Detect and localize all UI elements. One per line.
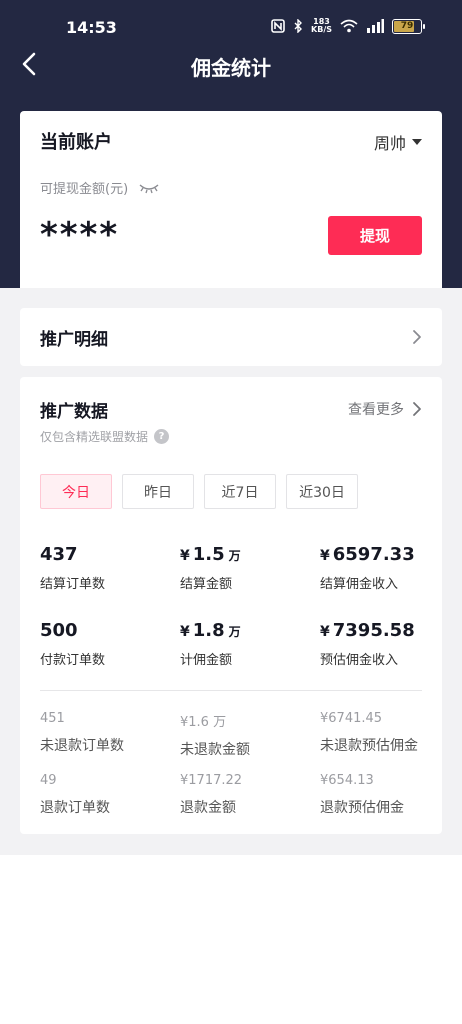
currency-symbol: ¥ [320,548,330,564]
stat-paid-orders: 500 付款订单数 [40,620,105,668]
battery-icon: 79 [392,18,425,34]
stat-value: ¥1.8 万 [180,620,241,641]
stat-estimated-commission: ¥7395.58 预估佣金收入 [320,620,415,668]
view-more-label: 查看更多 [348,402,404,418]
page-title: 佣金统计 [191,56,271,80]
wifi-icon [340,19,358,33]
promotion-detail-title: 推广明细 [40,330,108,350]
account-user-name: 周帅 [373,134,406,153]
status-bar: 14:53 183 KB/S 79 [0,0,462,56]
stat-label: 退款预估佣金 [320,800,404,816]
stat-label: 退款金额 [180,800,236,816]
date-range-tabs: 今日 昨日 近7日 近30日 [40,474,358,509]
stat-value: ¥6741.45 [320,711,383,726]
stat-label: 计佣金额 [180,653,233,668]
stat-unit: 万 [228,625,241,639]
stat-label: 退款订单数 [40,800,110,816]
signal-icon [367,19,384,33]
chevron-right-icon [413,330,421,344]
stat-value: ¥1.5 万 [180,544,241,565]
view-more-link[interactable]: 查看更多 [348,399,422,419]
divider [40,690,422,691]
tab-today[interactable]: 今日 [40,474,112,509]
stat-value: ¥7395.58 [320,620,415,641]
stat-value: ¥6597.33 [320,544,415,565]
stat-number: 1.5 [192,544,225,565]
stat-label: 付款订单数 [40,653,106,668]
battery-level: 79 [400,21,414,31]
stat-unit: 万 [228,549,241,563]
account-title: 当前账户 [40,132,112,153]
stat-label: 预估佣金收入 [320,653,399,668]
promotion-data-title: 推广数据 [40,402,108,422]
stat-value: ¥1.6 万 [180,715,227,730]
tab-last-30-days[interactable]: 近30日 [286,474,358,509]
stat-settled-amount: ¥1.5 万 结算金额 [180,544,241,592]
stat-unrefunded-amount: ¥1.6 万 未退款金额 [180,711,250,759]
status-time: 14:53 [66,18,117,37]
stat-refund-amount: ¥1717.22 退款金额 [180,773,242,817]
withdraw-button[interactable]: 提现 [328,216,422,255]
stat-number: 6597.33 [332,544,415,565]
account-card: 当前账户 周帅 可提现金额(元) **** 提现 [20,111,442,288]
stat-value: 49 [40,773,57,788]
bluetooth-icon [294,19,303,33]
stat-refund-orders: 49 退款订单数 [40,773,110,817]
stat-value: 451 [40,711,65,726]
tab-yesterday[interactable]: 昨日 [122,474,194,509]
stat-commission-amount: ¥1.8 万 计佣金额 [180,620,241,668]
currency-symbol: ¥ [320,624,330,640]
stat-refund-commission: ¥654.13 退款预估佣金 [320,773,404,817]
stat-label: 未退款预估佣金 [320,738,418,754]
help-icon[interactable]: ? [154,429,170,444]
stat-value: ¥654.13 [320,773,374,788]
stat-label: 结算金额 [180,577,233,592]
available-amount-label-row: 可提现金额(元) [40,178,160,197]
currency-symbol: ¥ [180,548,190,564]
stat-label: 结算佣金收入 [320,577,399,592]
net-speed: 183 KB/S [311,18,332,34]
promotion-detail-row[interactable]: 推广明细 [20,308,442,366]
net-speed-unit: KB/S [311,25,332,34]
stat-value: 437 [40,544,78,565]
tab-last-7-days[interactable]: 近7日 [204,474,276,509]
promotion-data-card: 推广数据 查看更多 仅包含精选联盟数据 ? 今日 昨日 近7日 近30日 437… [20,377,442,834]
stat-value: 500 [40,620,78,641]
stat-settled-orders: 437 结算订单数 [40,544,105,592]
chevron-right-icon [413,402,421,416]
caret-down-icon [412,139,422,145]
stat-value: ¥1717.22 [180,773,243,788]
available-amount-label: 可提现金额(元) [40,182,129,197]
nfc-icon [271,19,285,33]
promotion-data-subtitle: 仅包含精选联盟数据 [40,430,149,444]
eye-closed-icon[interactable] [138,182,160,194]
currency-symbol: ¥ [180,624,190,640]
stat-number: 7395.58 [332,620,415,641]
stat-unrefunded-orders: 451 未退款订单数 [40,711,124,755]
stat-unrefunded-commission: ¥6741.45 未退款预估佣金 [320,711,418,755]
stat-label: 结算订单数 [40,577,106,592]
status-icons: 183 KB/S 79 [271,18,425,34]
stat-number: 1.8 [192,620,225,641]
stat-label: 未退款金额 [180,742,250,758]
stat-settled-commission: ¥6597.33 结算佣金收入 [320,544,415,592]
stat-label: 未退款订单数 [40,738,124,754]
masked-amount: **** [40,215,120,255]
account-switcher[interactable]: 周帅 [374,130,422,154]
promotion-data-subtitle-row: 仅包含精选联盟数据 ? [40,428,170,445]
